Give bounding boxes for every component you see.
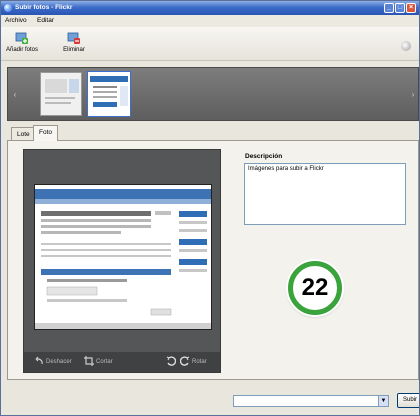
tab-lote[interactable]: Lote [11,127,36,141]
settings-icon[interactable] [401,41,411,51]
rotate-left-button[interactable] [166,356,178,368]
remove-button[interactable]: Eliminar [55,31,93,59]
undo-icon [34,356,44,366]
add-photos-button[interactable]: Añadir fotos [3,31,41,59]
flickr-app-icon [4,4,12,12]
scroll-left-icon[interactable]: ‹ [10,84,20,106]
rotate-right-icon [179,356,190,367]
description-field[interactable]: Imágenes para subir a Flickr [244,163,406,225]
rotate-button[interactable]: Rotar [179,356,207,368]
undo-button[interactable]: Deshacer [34,356,72,368]
photo-preview: Deshacer Cortar Rotar [23,149,221,373]
menu-archivo[interactable]: Archivo [5,17,27,24]
crop-button[interactable]: Cortar [84,356,113,368]
close-button[interactable]: × [406,3,416,13]
flickr-uploader-window: Subir fotos - Flickr _ □ × Archivo Edita… [0,0,420,416]
chevron-down-icon[interactable]: ▼ [378,396,388,406]
toolbar: Añadir fotos Eliminar [1,27,419,61]
preview-action-bar: Deshacer Cortar Rotar [24,352,220,372]
tab-foto[interactable]: Foto [33,125,59,141]
photo-thumbnail-selected[interactable] [88,72,130,116]
window-title: Subir fotos - Flickr [15,4,73,11]
description-label: Descripción [245,153,283,160]
photo-thumbnail[interactable] [40,72,82,116]
add-photos-label: Añadir fotos [5,47,39,53]
title-bar: Subir fotos - Flickr _ □ × [1,1,419,15]
photo-filmstrip: ‹ › [7,67,419,121]
minimize-button[interactable]: _ [384,3,394,13]
crop-icon [84,356,94,367]
menu-editar[interactable]: Editar [37,17,54,24]
undo-label: Deshacer [46,359,72,365]
preview-image [34,184,212,330]
crop-label: Cortar [96,359,113,365]
remove-label: Eliminar [63,47,85,53]
rotate-left-icon [166,356,177,367]
upload-set-select[interactable]: ▼ [233,395,389,407]
maximize-button[interactable]: □ [395,3,405,13]
scroll-right-icon[interactable]: › [408,84,418,106]
add-photos-icon [15,31,29,45]
menu-bar: Archivo Editar [1,15,419,27]
bottom-bar: ▼ Subir [1,385,419,415]
rotate-label: Rotar [192,359,207,365]
remove-icon [67,31,81,45]
step-number-badge: 22 [288,261,342,315]
upload-button[interactable]: Subir [397,393,419,408]
